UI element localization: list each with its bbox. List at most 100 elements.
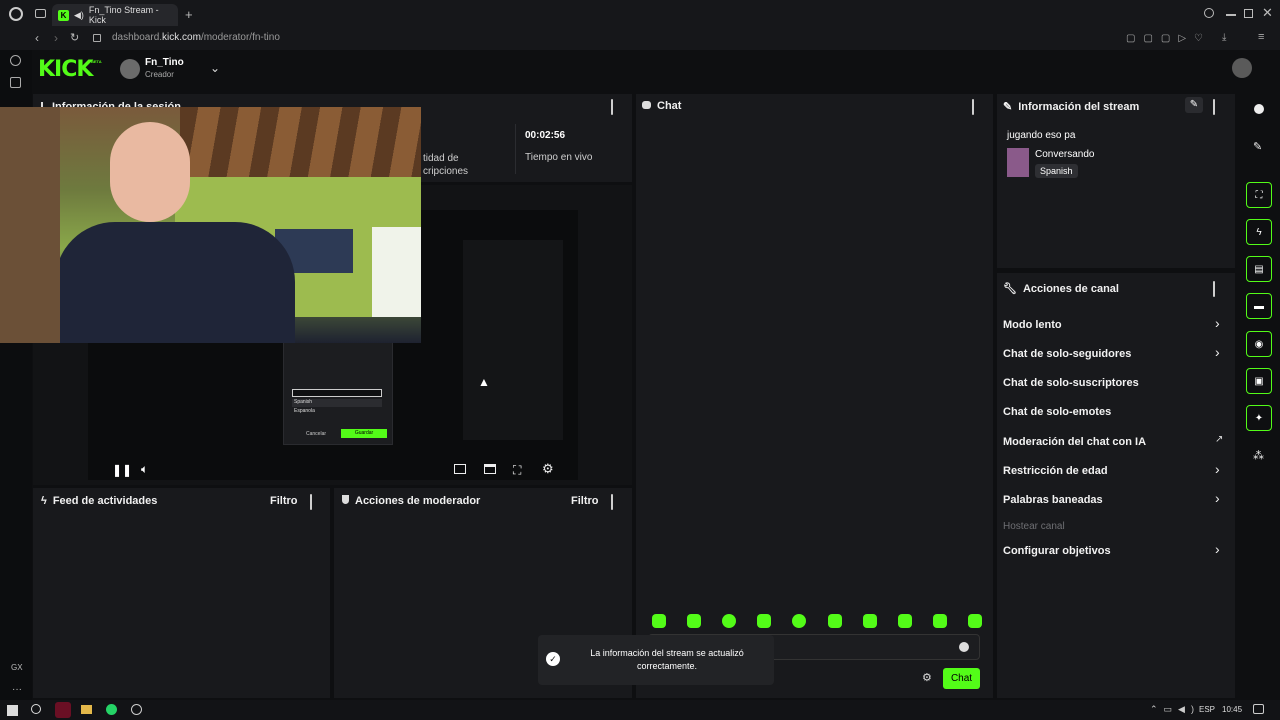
action-label: Modo lento xyxy=(1003,319,1062,331)
stream-info-panel: ✎ Información del stream ✎ jugando eso pa… xyxy=(997,94,1235,268)
popout-icon[interactable] xyxy=(611,494,613,510)
app-icon[interactable] xyxy=(131,704,142,715)
maximize-icon[interactable] xyxy=(1244,9,1253,18)
action-ai-moderation[interactable]: Moderación del chat con IA ↗ xyxy=(1003,434,1225,450)
notification-icon[interactable] xyxy=(1253,704,1264,714)
sidebar-icon-1[interactable] xyxy=(10,55,21,66)
emote-icon[interactable] xyxy=(897,614,912,628)
folder-icon[interactable] xyxy=(81,705,92,714)
inner-dropdown-option-2: Espanola xyxy=(294,408,315,414)
emote-icon[interactable] xyxy=(932,614,947,628)
action-slow-mode[interactable]: Modo lento › xyxy=(1003,315,1225,333)
kick-logo[interactable]: KICK xyxy=(38,57,93,82)
whatsapp-icon[interactable] xyxy=(106,704,117,715)
minimize-icon[interactable] xyxy=(1226,14,1236,16)
emote-icon[interactable] xyxy=(827,614,842,628)
shield-icon[interactable]: ▣ xyxy=(1246,368,1272,394)
action-subscribers-only[interactable]: Chat de solo-suscriptores xyxy=(1003,375,1225,391)
action-label: Restricción de edad xyxy=(1003,465,1108,477)
action-age-restriction[interactable]: Restricción de edad › xyxy=(1003,461,1225,479)
popout-icon[interactable] xyxy=(1213,281,1215,297)
sidebar-icon-2[interactable] xyxy=(10,77,21,88)
back-icon[interactable]: ‹ xyxy=(35,31,39,45)
theater-icon[interactable] xyxy=(484,464,496,474)
settings-icon[interactable]: ⚙ xyxy=(542,461,554,477)
emote-icon[interactable] xyxy=(722,614,737,628)
browser-tab[interactable]: K ◀) Fn_Tino Stream - Kick xyxy=(52,4,178,26)
more-icon[interactable]: ··· xyxy=(12,684,22,695)
channel-actions-panel: 🔧︎ Acciones de canal Modo lento › Chat de… xyxy=(997,273,1235,698)
menu-icon[interactable]: ≡ xyxy=(1258,31,1264,43)
inner-language-select xyxy=(292,389,382,397)
success-toast: ✓ La información del stream se actualizó… xyxy=(538,635,774,685)
close-window-icon[interactable]: ✕ xyxy=(1262,5,1273,21)
activity-filter-button[interactable]: Filtro xyxy=(270,495,298,507)
action-label: Chat de solo-suscriptores xyxy=(1003,377,1139,389)
address-bar: ‹ › ↻ dashboard.kick.com/moderator/fn-ti… xyxy=(0,28,1280,50)
edit-stream-button[interactable]: ✎ xyxy=(1185,97,1203,113)
chat-title: Chat xyxy=(642,100,681,112)
emote-icon[interactable] xyxy=(652,614,666,628)
reload-icon[interactable]: ↻ xyxy=(70,31,79,44)
system-tray-icons[interactable]: ⌃▭◀) xyxy=(1150,704,1200,715)
toast-message: La información del stream se actualizó co… xyxy=(590,648,744,671)
popout-icon[interactable] xyxy=(310,494,312,510)
gx-label[interactable]: GX xyxy=(11,663,23,672)
info-icon[interactable] xyxy=(1254,104,1264,114)
emote-icon[interactable] xyxy=(757,614,772,628)
avatar[interactable] xyxy=(120,59,140,79)
chevron-right-icon: › xyxy=(1215,461,1220,477)
profile-avatar[interactable] xyxy=(1232,58,1252,78)
popout-icon[interactable] xyxy=(1213,99,1215,115)
edit-layout-icon[interactable]: ✎ xyxy=(1253,140,1262,153)
forward-icon[interactable]: › xyxy=(54,31,58,45)
document-icon[interactable]: ▤ xyxy=(1246,256,1272,282)
emote-icon[interactable] xyxy=(792,614,807,628)
scan-icon[interactable]: ⛶ xyxy=(1246,182,1272,208)
chat-icon[interactable]: ▬ xyxy=(1246,293,1272,319)
add-widget-icon[interactable]: ⁂ xyxy=(1253,449,1264,462)
mod-filter-button[interactable]: Filtro xyxy=(571,495,599,507)
action-banned-words[interactable]: Palabras baneadas › xyxy=(1003,490,1225,508)
search-icon[interactable] xyxy=(1204,8,1214,18)
popout-icon[interactable] xyxy=(611,99,613,115)
action-configure-goals[interactable]: Configurar objetivos › xyxy=(1003,541,1225,559)
broadcast-icon[interactable]: ◉ xyxy=(1246,331,1272,357)
clock[interactable]: 10:45 xyxy=(1222,705,1242,714)
activity-feed-title: ϟ Feed de actividades xyxy=(41,495,158,507)
popout-icon[interactable] xyxy=(972,99,974,115)
volume-icon[interactable]: 🔈︎ xyxy=(141,462,148,477)
stream-title-text: jugando eso pa xyxy=(1007,130,1076,141)
fullscreen-icon[interactable]: ⛶ xyxy=(513,463,521,478)
webcam-person-body xyxy=(55,222,295,343)
search-icon[interactable] xyxy=(31,704,41,714)
bolt-icon[interactable]: ϟ xyxy=(1246,219,1272,245)
wrench-icon[interactable]: ✦ xyxy=(1246,405,1272,431)
emote-icon[interactable] xyxy=(862,614,877,628)
mini-player-icon[interactable] xyxy=(454,464,466,474)
browser-extension-icons[interactable]: ▢▢▢▷♡ xyxy=(1126,33,1211,44)
emote-icon[interactable] xyxy=(687,614,702,628)
opera-menu-icon[interactable] xyxy=(9,7,23,21)
action-label: Configurar objetivos xyxy=(1003,545,1111,557)
chevron-down-icon[interactable]: ⌄ xyxy=(210,61,220,75)
windows-start-icon[interactable] xyxy=(7,705,18,716)
action-followers-only[interactable]: Chat de solo-seguidores › xyxy=(1003,344,1225,362)
chat-send-button[interactable]: Chat xyxy=(943,668,980,689)
emoji-icon[interactable] xyxy=(959,642,969,652)
language-indicator[interactable]: ESP xyxy=(1199,705,1215,714)
chat-settings-icon[interactable]: ⚙ xyxy=(922,671,932,684)
webcam-ceiling xyxy=(180,107,421,177)
download-icon[interactable]: ⤓ xyxy=(1222,32,1226,43)
wrench-icon: 🔧︎ xyxy=(1003,283,1017,295)
action-label: Chat de solo-seguidores xyxy=(1003,348,1132,360)
pause-icon[interactable]: ❚❚ xyxy=(112,463,132,477)
tab-list-icon[interactable] xyxy=(35,9,46,18)
opera-gx-taskbar-icon[interactable] xyxy=(55,702,71,718)
action-emotes-only[interactable]: Chat de solo-emotes xyxy=(1003,404,1225,420)
emote-icon[interactable] xyxy=(967,614,982,628)
new-tab-button[interactable]: + xyxy=(185,7,193,22)
user-role: Creador xyxy=(145,70,174,79)
webcam-person-head xyxy=(110,122,190,222)
url-text[interactable]: dashboard.kick.com/moderator/fn-tino xyxy=(112,32,280,43)
